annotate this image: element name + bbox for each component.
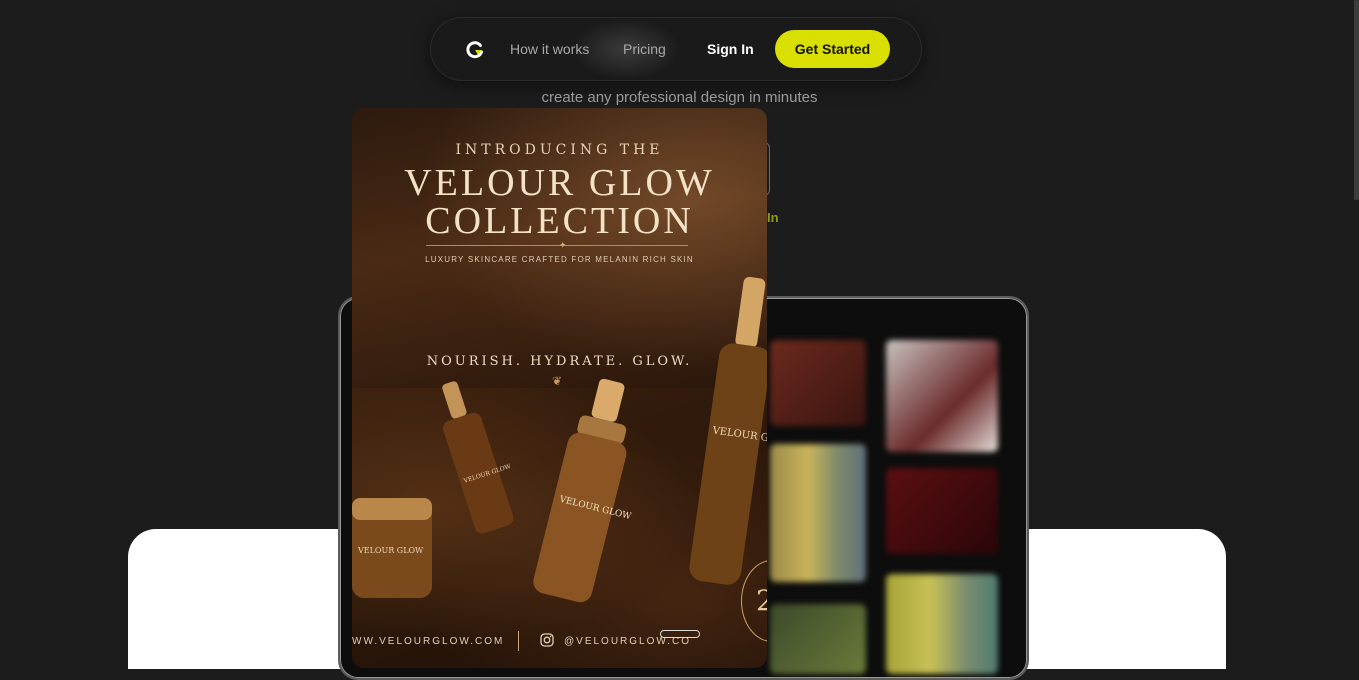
instagram-icon [540,633,554,647]
get-started-button[interactable]: Get Started [775,30,890,68]
featured-design-poster[interactable]: INTRODUCING THE VELOUR GLOW COLLECTION ✦… [352,108,767,668]
poster-website: WW.VELOURGLOW.COM [352,636,505,647]
device-home-indicator [660,630,700,638]
cream-jar-label: VELOUR GLOW [357,546,424,555]
poster-subtitle: LUXURY SKINCARE CRAFTED FOR MELANIN RICH… [425,255,694,264]
template-thumbnail[interactable] [886,574,998,674]
hidden-sign-in-text[interactable]: In [767,210,779,225]
poster-title-line2: COLLECTION [425,200,694,242]
poster-intro: INTRODUCING THE [455,142,664,158]
serum-dropper-bottle: VELOUR GLOW [442,381,514,534]
hero-tagline: create any professional design in minute… [541,89,818,106]
poster-title: VELOUR GLOW COLLECTION [352,164,767,240]
template-thumbnail[interactable] [770,444,866,582]
nav-pricing-link[interactable]: Pricing [623,41,666,57]
template-thumbnail[interactable] [886,468,998,554]
cream-jar: VELOUR GLOW [352,498,432,598]
brand-logo-icon[interactable] [465,40,485,60]
poster-divider [426,245,688,246]
diamond-ornament-icon: ✦ [559,240,567,250]
nav-sign-in-link[interactable]: Sign In [707,41,754,57]
essence-spray-bottle: VELOUR GLOW [533,378,633,603]
poster-footer: WW.VELOURGLOW.COM @VELOURGLOW.CO [352,631,767,666]
cleanser-pump-bottle: VELOUR GLOW [689,276,767,585]
template-thumbnail[interactable] [886,340,998,452]
template-thumbnail[interactable] [770,604,866,674]
nav-how-it-works-link[interactable]: How it works [510,41,589,57]
poster-footer-divider [518,631,519,651]
top-navbar: How it works Pricing Sign In Get Started [431,18,921,80]
template-thumbnail[interactable] [770,340,866,426]
poster-title-line1: VELOUR GLOW [404,162,715,204]
